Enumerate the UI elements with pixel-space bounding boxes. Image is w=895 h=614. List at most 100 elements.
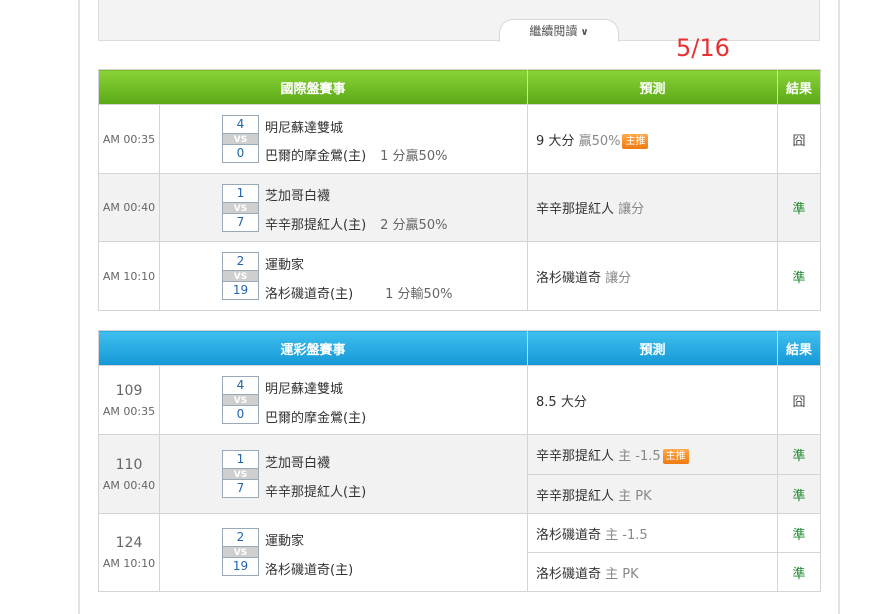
prediction-cell: 9 大分 贏50% 主推 [527, 104, 779, 174]
odds-line: 1 分輸50% [385, 287, 453, 302]
prediction-cell: 洛杉磯道奇 主 PK [527, 552, 779, 592]
away-score: 4 [236, 378, 245, 392]
prediction-cell: 洛杉磯道奇 讓分 [527, 241, 779, 311]
header-match: 國際盤賽事 [97, 69, 529, 105]
match-cell: 4 VS 0 明尼蘇達雙城 巴爾的摩金鶯(主) [158, 365, 529, 435]
vs-label: VS [223, 468, 258, 480]
prediction-sub: 主 PK [618, 488, 652, 504]
table-row: AM 10:10 2 VS 19 運動家 洛杉磯道奇(主) 1 分輸50% 洛杉磯… [98, 241, 822, 311]
table-row: 124 AM 10:10 2 VS 19 運動家 洛杉磯道奇(主) 洛杉磯道奇 主… [98, 513, 822, 592]
header-result: 結果 [777, 69, 822, 105]
table-row: 109 AM 00:35 4 VS 0 明尼蘇達雙城 巴爾的摩金鶯(主) 8.5 … [98, 365, 822, 435]
scorebox: 4 VS 0 [222, 115, 259, 163]
match-cell: 2 VS 19 運動家 洛杉磯道奇(主) [158, 513, 529, 592]
prediction-cell: 辛辛那提紅人 讓分 [527, 173, 779, 242]
home-team-line: 巴爾的摩金鶯(主) 1 分贏50% [265, 145, 447, 164]
away-score: 2 [236, 530, 245, 544]
home-team-line: 辛辛那提紅人(主) 2 分贏50% [265, 214, 447, 233]
away-team: 運動家 [265, 258, 305, 273]
recommend-badge: 主推 [662, 449, 689, 464]
prediction-cell: 辛辛那提紅人 主 PK [527, 474, 779, 514]
prediction-sub: 主 -1.5 [605, 527, 648, 543]
scorebox: 2 VS 19 [222, 252, 259, 300]
prediction-main: 洛杉磯道奇 [536, 566, 602, 582]
prediction-sub: 讓分 [618, 202, 645, 217]
result-cell: 囧 [777, 104, 822, 174]
sports-lottery-table: 運彩盤賽事 預測 結果 109 AM 00:35 4 VS 0 明尼蘇達雙城 巴爾… [97, 330, 822, 592]
game-time: AM 00:40 [102, 478, 156, 492]
table-row: 110 AM 00:40 1 VS 7 芝加哥白襪 辛辛那提紅人(主) 辛辛那提紅… [98, 434, 822, 514]
match-cell: 4 VS 0 明尼蘇達雙城 巴爾的摩金鶯(主) 1 分贏50% [158, 104, 529, 174]
table-row: AM 00:40 1 VS 7 芝加哥白襪 辛辛那提紅人(主) 2 分贏50% 辛… [98, 173, 822, 242]
prediction-main: 洛杉磯道奇 [536, 527, 602, 543]
date-label: 5/16 [676, 34, 730, 62]
international-odds-table: 國際盤賽事 預測 結果 AM 00:35 4 VS 0 明尼蘇達雙城 巴爾的摩金… [97, 69, 822, 311]
game-time-cell: 124 AM 10:10 [98, 513, 160, 592]
game-time: AM 00:35 [98, 104, 160, 174]
prediction-cell: 洛杉磯道奇 主 -1.5 [527, 513, 779, 553]
continue-reading-button[interactable]: 繼續閱讀 ∨ [499, 19, 619, 42]
page-right-border [838, 0, 840, 614]
game-time: AM 00:40 [98, 173, 160, 242]
odds-line: 1 分贏50% [380, 149, 448, 164]
vs-label: VS [223, 270, 258, 282]
match-cell: 1 VS 7 芝加哥白襪 辛辛那提紅人(主) 2 分贏50% [158, 173, 529, 242]
result-cell: 準 [777, 474, 822, 514]
match-cell: 1 VS 7 芝加哥白襪 辛辛那提紅人(主) [158, 434, 529, 514]
prediction-sub: 主 -1.5 [618, 449, 661, 464]
home-team: 洛杉磯道奇(主) [265, 563, 354, 578]
result-cell: 準 [777, 241, 822, 311]
game-number: 110 [115, 456, 143, 473]
header-match: 運彩盤賽事 [97, 330, 529, 366]
prediction-main: 辛辛那提紅人 [536, 449, 615, 464]
prediction-cell: 8.5 大分 [527, 365, 779, 435]
away-team: 明尼蘇達雙城 [265, 382, 344, 397]
home-team: 辛辛那提紅人(主) [265, 485, 367, 500]
game-number: 124 [115, 535, 143, 551]
scorebox: 2 VS 19 [222, 528, 259, 576]
away-score: 1 [236, 186, 245, 200]
away-team: 運動家 [265, 534, 305, 549]
result-cell: 準 [777, 173, 822, 242]
result-cell: 準 [777, 552, 822, 592]
home-score: 7 [236, 481, 245, 495]
scorebox: 4 VS 0 [222, 376, 259, 424]
match-cell: 2 VS 19 運動家 洛杉磯道奇(主) 1 分輸50% [158, 241, 529, 311]
prediction-main: 8.5 大分 [536, 394, 587, 410]
result-cell: 囧 [777, 365, 822, 435]
game-time: AM 10:10 [102, 557, 156, 570]
odds-line: 2 分贏50% [380, 218, 448, 233]
page-left-border [78, 0, 80, 614]
recommend-badge: 主推 [622, 133, 649, 149]
home-team: 辛辛那提紅人(主) [265, 218, 367, 233]
prediction-sub: 贏50% [578, 133, 621, 149]
away-score: 2 [236, 254, 245, 268]
game-time: AM 00:35 [102, 404, 156, 418]
table-header: 運彩盤賽事 預測 結果 [97, 330, 822, 366]
prediction-main: 洛杉磯道奇 [536, 270, 602, 286]
home-score: 19 [232, 559, 249, 573]
home-team: 巴爾的摩金鶯(主) [265, 411, 367, 426]
result-cell: 準 [777, 434, 822, 475]
prediction-sub: 主 PK [605, 566, 639, 582]
prediction-main: 辛辛那提紅人 [536, 202, 615, 217]
chevron-down-icon: ∨ [580, 27, 589, 38]
table-row: AM 00:35 4 VS 0 明尼蘇達雙城 巴爾的摩金鶯(主) 1 分贏50% … [98, 104, 822, 174]
home-team: 洛杉磯道奇(主) [265, 287, 354, 302]
away-team: 明尼蘇達雙城 [265, 121, 344, 136]
home-team-line: 洛杉磯道奇(主) 1 分輸50% [265, 283, 452, 302]
home-score: 19 [232, 283, 249, 297]
continue-reading-label: 繼續閱讀 [529, 24, 578, 38]
away-team: 芝加哥白襪 [265, 456, 331, 471]
scorebox: 1 VS 7 [222, 450, 259, 498]
away-score: 4 [236, 117, 245, 131]
game-time-cell: 109 AM 00:35 [98, 365, 160, 435]
result-cell: 準 [777, 513, 822, 553]
vs-label: VS [223, 394, 258, 406]
home-score: 7 [236, 215, 245, 229]
scorebox: 1 VS 7 [222, 184, 259, 232]
table-header: 國際盤賽事 預測 結果 [97, 69, 822, 105]
away-team: 芝加哥白襪 [265, 189, 331, 204]
vs-label: VS [223, 202, 258, 214]
header-result: 結果 [777, 330, 822, 366]
